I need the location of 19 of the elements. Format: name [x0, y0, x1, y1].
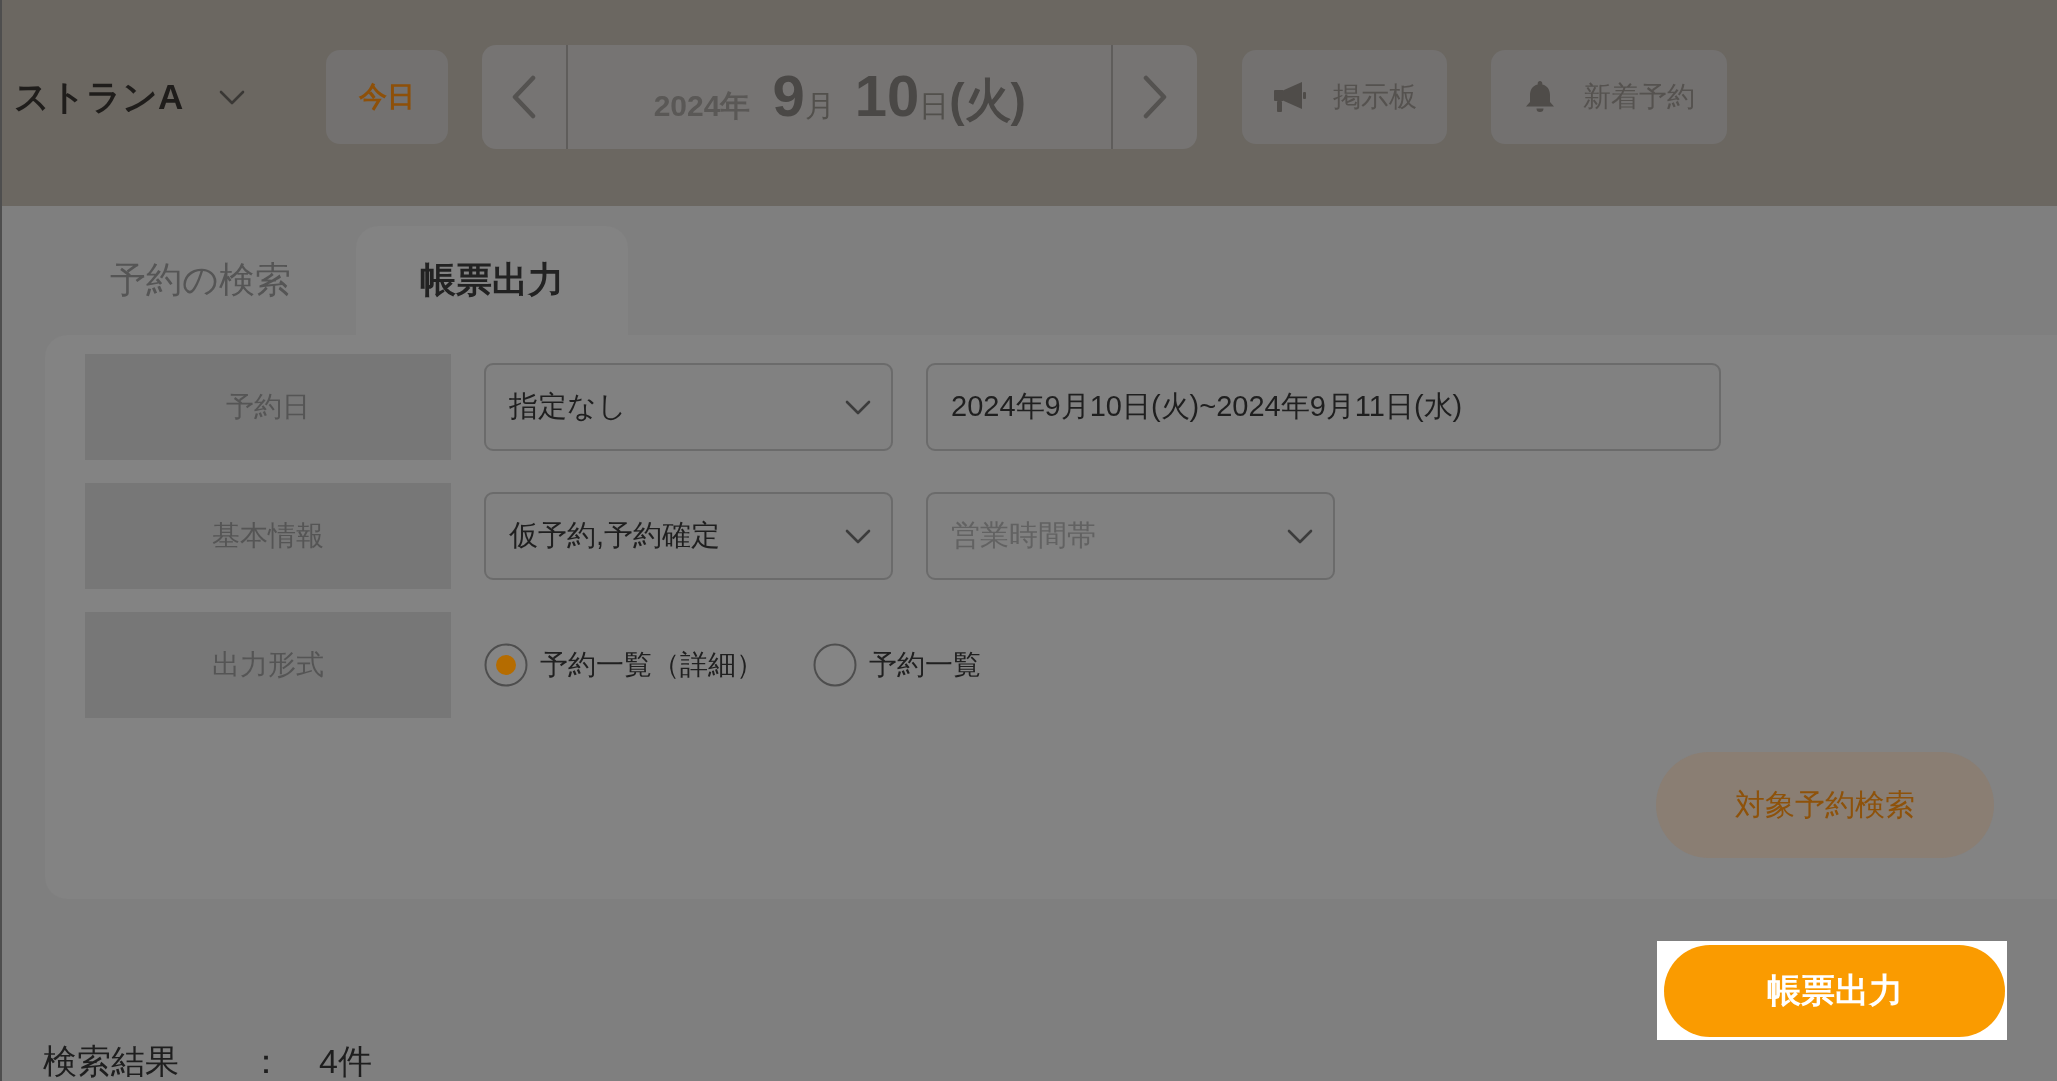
search-button[interactable]: 対象予約検索 [1656, 752, 1994, 858]
chevron-down-icon [845, 399, 871, 415]
select-field[interactable]: 指定なし [484, 363, 893, 451]
tab[interactable]: 帳票出力 [356, 226, 628, 335]
chevron-down-icon [219, 89, 246, 105]
restaurant-selector[interactable]: ストランA [14, 73, 246, 121]
results-label: 検索結果 [43, 1044, 179, 1078]
radio-option[interactable]: 予約一覧 [813, 643, 981, 687]
results-count: 4件 [319, 1044, 372, 1078]
chevron-left-icon [512, 75, 537, 119]
results-separator: ： [249, 1044, 283, 1078]
megaphone-icon [1272, 80, 1307, 114]
date-range-field[interactable]: 2024年9月10日(火)~2024年9月11日(水) [926, 363, 1721, 451]
export-button[interactable]: 帳票出力 [1664, 945, 2005, 1037]
chevron-down-icon [845, 528, 871, 544]
radio-option[interactable]: 予約一覧（詳細） [484, 643, 764, 687]
chevron-down-icon [1287, 528, 1313, 544]
select-field[interactable]: 仮予約,予約確定 [484, 492, 893, 580]
chevron-right-icon [1143, 75, 1168, 119]
